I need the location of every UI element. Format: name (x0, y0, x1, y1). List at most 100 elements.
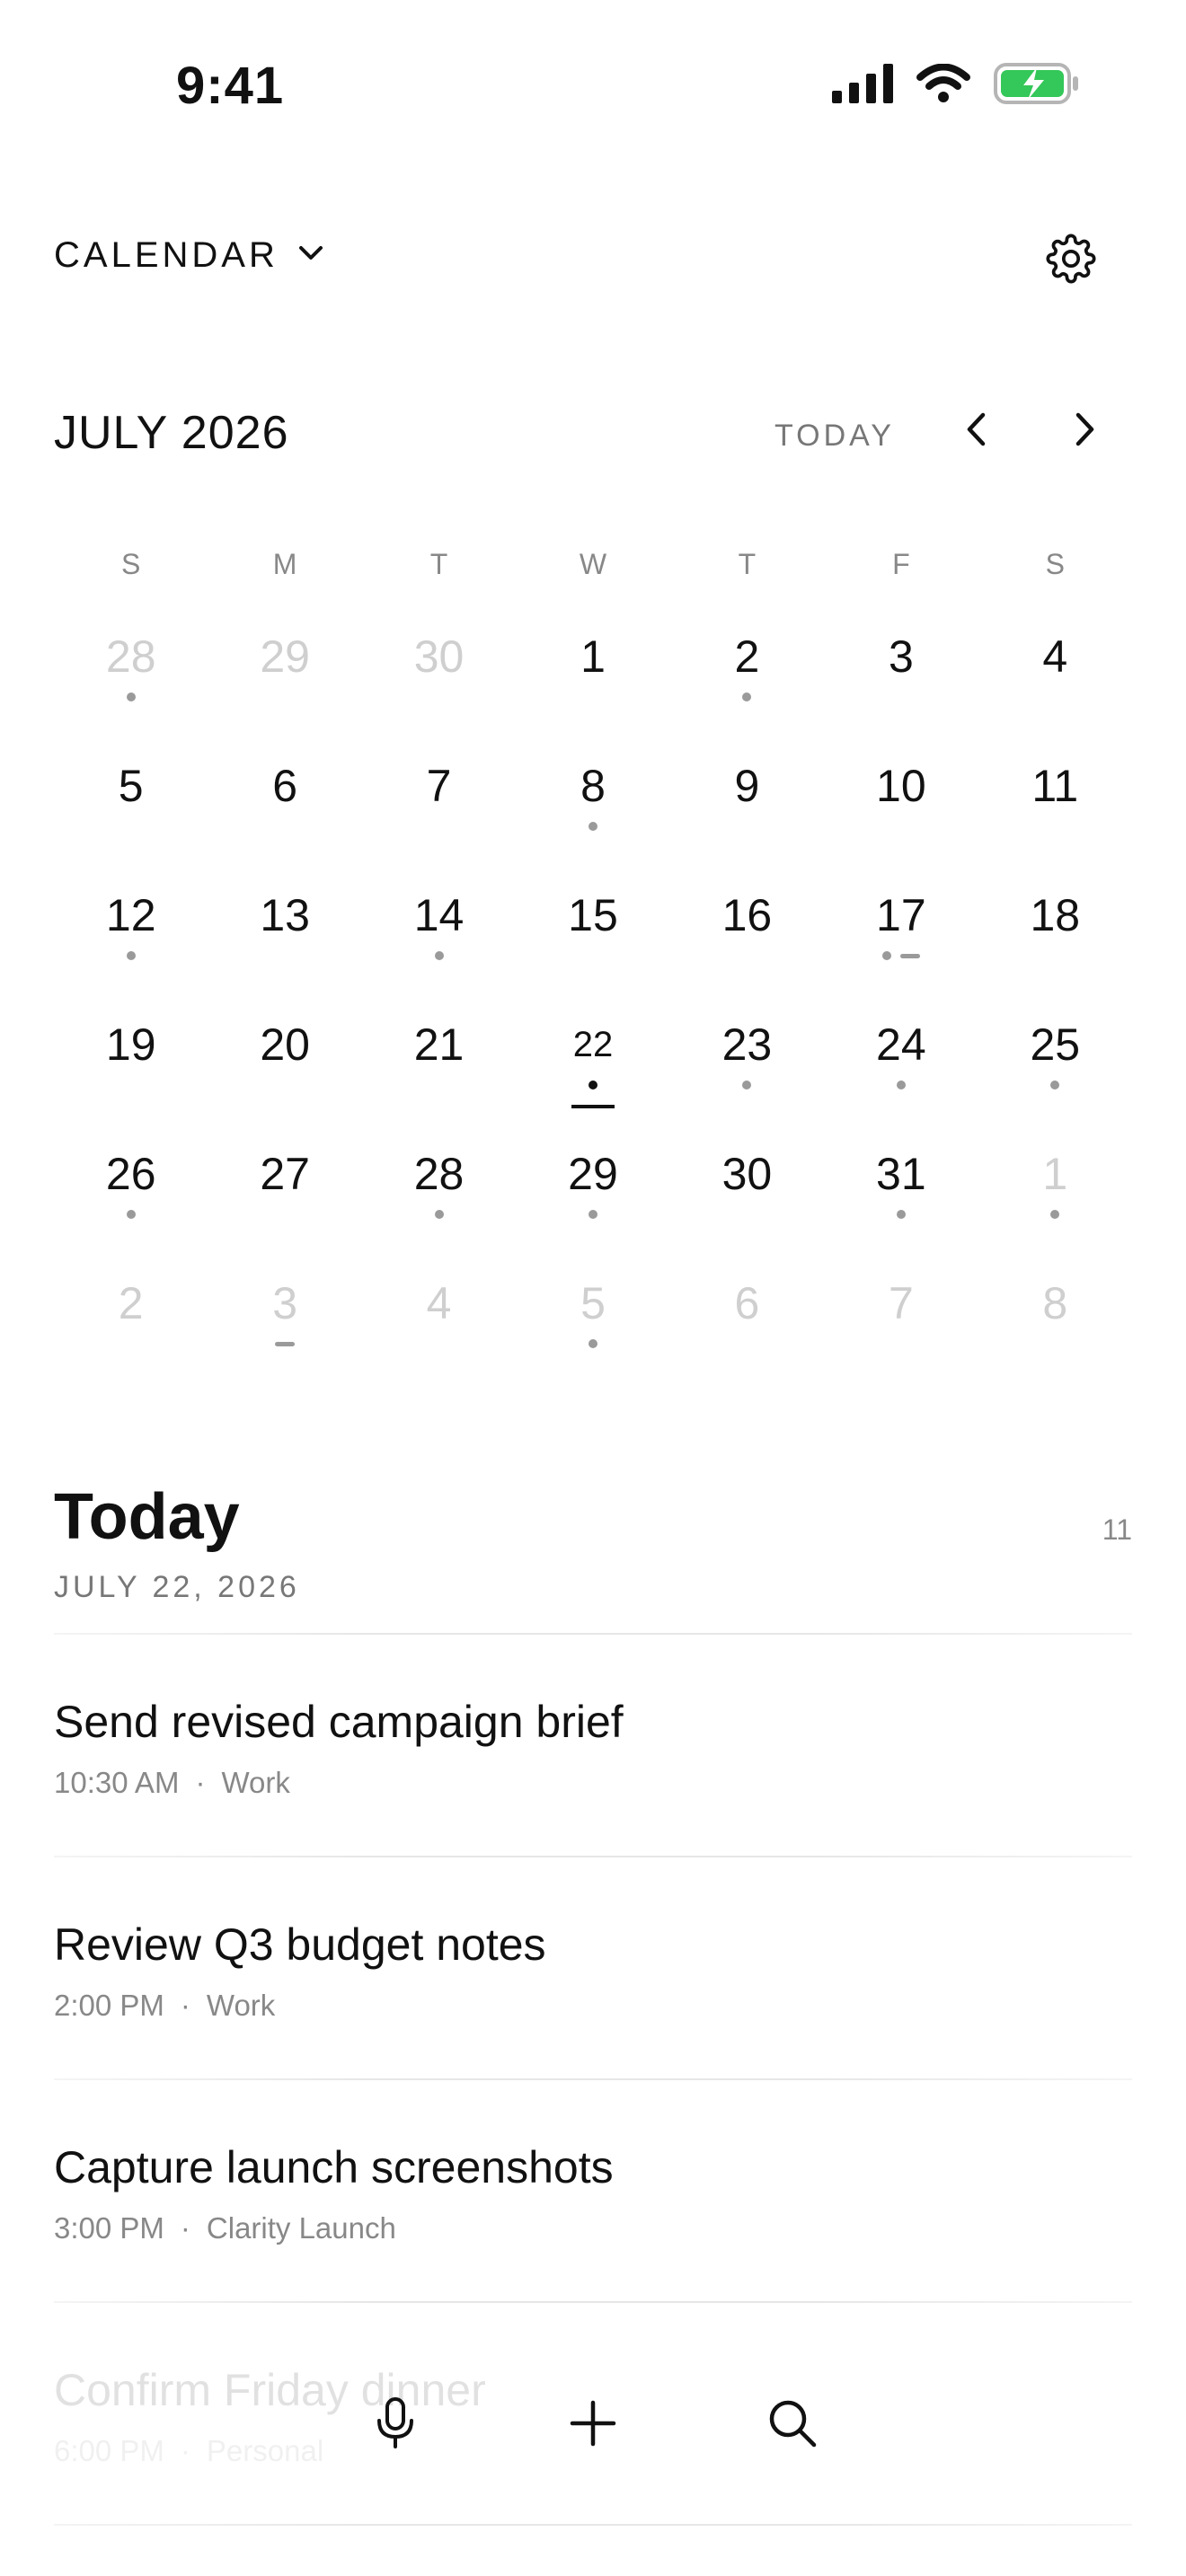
calendar-day[interactable]: 6 (670, 1257, 824, 1387)
day-number: 26 (105, 1149, 156, 1199)
calendar-selector-label: CALENDAR (54, 235, 279, 275)
day-number: 15 (568, 890, 618, 940)
day-number: 9 (734, 761, 760, 811)
calendar-day[interactable]: 1 (978, 1128, 1132, 1257)
day-event-markers (588, 1337, 597, 1351)
calendar-day[interactable]: 9 (670, 740, 824, 869)
weekday-label: S (121, 548, 141, 580)
event-dot (588, 1210, 597, 1219)
calendar-day[interactable]: 14 (362, 869, 516, 999)
calendar-day[interactable]: 4 (978, 611, 1132, 740)
calendar-day[interactable]: 13 (208, 869, 361, 999)
calendar-day[interactable]: 21 (362, 999, 516, 1128)
day-number: 6 (734, 1278, 760, 1328)
calendar-day[interactable]: 29 (208, 611, 361, 740)
calendar-day[interactable]: 20 (208, 999, 361, 1128)
event-dash (899, 953, 920, 958)
voice-input-button[interactable] (359, 2389, 431, 2461)
day-number: 3 (888, 631, 914, 682)
calendar-day[interactable]: 11 (978, 740, 1132, 869)
day-event-markers (1050, 1207, 1060, 1222)
event-dot (881, 951, 891, 960)
day-number: 16 (721, 890, 773, 940)
calendar-day[interactable]: 4 (362, 1257, 516, 1387)
today-button[interactable]: TODAY (774, 419, 895, 454)
day-event-markers (434, 948, 444, 963)
event-dot (588, 1081, 597, 1090)
calendar-day[interactable]: 25 (978, 999, 1132, 1128)
calendar-day[interactable]: 8 (978, 1257, 1132, 1387)
calendar-day[interactable]: 15 (516, 869, 669, 999)
calendar-day[interactable]: 7 (824, 1257, 978, 1387)
calendar-day[interactable]: 8 (516, 740, 669, 869)
signal-icon (832, 64, 893, 108)
calendar-day[interactable]: 31 (824, 1128, 978, 1257)
weekday-label: T (738, 548, 757, 580)
calendar-day[interactable]: 30 (362, 611, 516, 740)
day-number: 17 (876, 890, 926, 940)
chevron-right-icon (1075, 411, 1096, 452)
next-month-button[interactable] (1057, 402, 1114, 460)
calendar-day[interactable]: 1 (516, 611, 669, 740)
calendar-day[interactable]: 10 (824, 740, 978, 869)
day-number: 14 (413, 890, 465, 940)
event-dot (434, 1210, 444, 1219)
calendar-day[interactable]: 28 (54, 611, 208, 740)
task-time: 3:00 PM (54, 2211, 164, 2245)
calendar-day[interactable]: 19 (54, 999, 208, 1128)
task-title: Send revised campaign brief (54, 1697, 624, 1747)
day-number: 25 (1030, 1019, 1081, 1070)
search-button[interactable] (757, 2389, 828, 2461)
calendar-day[interactable]: 6 (208, 740, 361, 869)
previous-month-button[interactable] (947, 402, 1005, 460)
task-list-name: Clarity Launch (206, 2211, 396, 2245)
day-number: 24 (876, 1019, 926, 1070)
day-number: 29 (568, 1149, 618, 1199)
calendar-day[interactable]: 2 (670, 611, 824, 740)
calendar-day[interactable]: 28 (362, 1128, 516, 1257)
event-dot (588, 1339, 597, 1348)
day-number: 12 (105, 890, 156, 940)
calendar-day[interactable]: 5 (516, 1257, 669, 1387)
event-dot (588, 822, 597, 831)
settings-button[interactable] (1042, 232, 1100, 289)
add-button[interactable] (557, 2389, 629, 2461)
calendar-day[interactable]: 16 (670, 869, 824, 999)
task-list-name: Work (221, 1766, 290, 1799)
day-event-markers (275, 1337, 296, 1351)
calendar-day[interactable]: 26 (54, 1128, 208, 1257)
calendar-day[interactable]: 5 (54, 740, 208, 869)
event-dot (896, 1081, 906, 1090)
calendar-day[interactable]: 30 (670, 1128, 824, 1257)
task-item[interactable]: Capture launch screenshots 3:00 PM · Cla… (54, 2080, 1132, 2301)
month-title: JULY 2026 (54, 407, 289, 459)
calendar-grid: 28 29 30 1 2 3 4 5 6 7 8 9 10 11 12 13 14 15 16 17 18 19 20 21 2… (54, 611, 1132, 1387)
calendar-day[interactable]: 29 (516, 1128, 669, 1257)
calendar-day[interactable]: 18 (978, 869, 1132, 999)
plus-icon (570, 2400, 616, 2451)
task-item[interactable]: Send revised campaign brief 10:30 AM · W… (54, 1635, 1132, 1856)
calendar-day[interactable]: 3 (824, 611, 978, 740)
calendar-day[interactable]: 17 (824, 869, 978, 999)
calendar-day[interactable]: 24 (824, 999, 978, 1128)
search-icon (767, 2398, 818, 2453)
day-event-markers (742, 690, 752, 704)
calendar-selector[interactable]: CALENDAR (54, 235, 323, 276)
meta-separator: · (180, 2211, 190, 2245)
calendar-day[interactable]: 2 (54, 1257, 208, 1387)
task-title: Review Q3 budget notes (54, 1919, 546, 1970)
calendar-day-selected[interactable]: 22 (516, 999, 669, 1128)
calendar-day[interactable]: 7 (362, 740, 516, 869)
event-dash (275, 1341, 296, 1346)
task-item[interactable]: Review Q3 budget notes 2:00 PM · Work (54, 1857, 1132, 2078)
day-event-markers (588, 819, 597, 834)
day-number: 20 (260, 1019, 310, 1070)
day-number: 29 (260, 631, 310, 682)
day-number: 31 (876, 1149, 926, 1199)
day-event-markers (896, 1078, 906, 1092)
day-number: 22 (572, 1025, 614, 1064)
calendar-day[interactable]: 27 (208, 1128, 361, 1257)
calendar-day[interactable]: 12 (54, 869, 208, 999)
calendar-day[interactable]: 23 (670, 999, 824, 1128)
calendar-day[interactable]: 3 (208, 1257, 361, 1387)
